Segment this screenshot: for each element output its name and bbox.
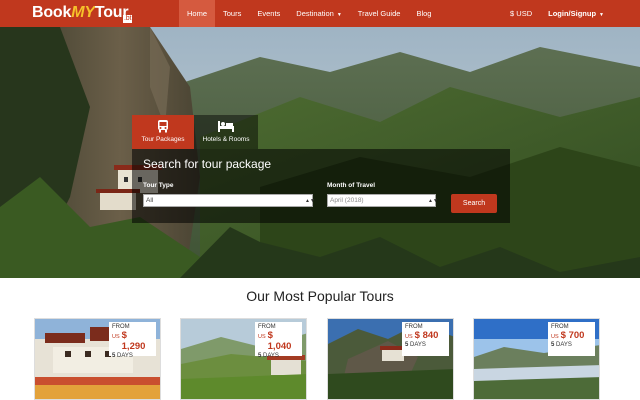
duration: 5 DAYS (258, 353, 299, 359)
nav-home[interactable]: Home (179, 0, 216, 27)
nav-blog[interactable]: Blog (408, 0, 439, 27)
days-word: DAYS (556, 342, 572, 348)
tab-hotels-rooms[interactable]: Hotels & Rooms (194, 115, 258, 149)
currency-label: US (551, 334, 559, 340)
price-line: US $ 840 (405, 330, 446, 341)
price-tag: FROM US $ 1,290 5 DAYS (109, 322, 156, 359)
select-arrow-icon: ▲▼ (428, 198, 438, 204)
price-tag: FROM US $ 840 5 DAYS (402, 322, 449, 356)
days-number: 5 (405, 342, 409, 348)
days-word: DAYS (263, 353, 279, 359)
logo-my: MY (71, 4, 95, 21)
tour-card[interactable]: FROM US $ 700 5 DAYS (473, 318, 600, 400)
tour-type-label: Tour Type (143, 182, 174, 189)
search-panel: Search for tour package Tour Type All ▲▼… (132, 149, 510, 223)
price-line: US $ 1,290 (112, 330, 153, 352)
search-button[interactable]: Search (451, 194, 497, 213)
price-amount: $ 1,040 (267, 330, 292, 352)
price-amount: $ 840 (414, 330, 439, 341)
logo-tld: .bt (123, 15, 133, 23)
tour-card[interactable]: FROM US $ 1,040 5 DAYS (180, 318, 307, 400)
price-tag: FROM US $ 700 5 DAYS (548, 322, 595, 356)
duration: 5 DAYS (551, 342, 592, 348)
popular-tours-title: Our Most Popular Tours (246, 288, 394, 304)
duration: 5 DAYS (405, 342, 446, 348)
caret-down-icon: ▼ (599, 12, 604, 18)
price-amount: $ 700 (560, 330, 585, 341)
month-label: Month of Travel (327, 182, 376, 189)
currency-label: US (258, 334, 266, 340)
price-tag: FROM US $ 1,040 5 DAYS (255, 322, 302, 359)
price-amount: $ 1,290 (121, 330, 146, 352)
tour-card[interactable]: FROM US $ 840 5 DAYS (327, 318, 454, 400)
month-value: April (2018) (330, 197, 364, 204)
nav-events[interactable]: Events (249, 0, 288, 27)
tour-card[interactable]: FROM US $ 1,290 5 DAYS (34, 318, 161, 400)
search-title: Search for tour package (143, 157, 272, 171)
nav-tours[interactable]: Tours (215, 0, 249, 27)
tour-type-value: All (146, 197, 154, 204)
brand-logo[interactable]: BookMYTour .bt (32, 4, 133, 23)
days-number: 5 (258, 353, 262, 359)
price-line: US $ 700 (551, 330, 592, 341)
days-word: DAYS (117, 353, 133, 359)
currency-label: US (112, 334, 120, 340)
currency-selector[interactable]: $ USD (502, 0, 540, 27)
currency-label: US (405, 334, 413, 340)
price-line: US $ 1,040 (258, 330, 299, 352)
month-select[interactable]: April (2018) ▲▼ (327, 194, 438, 207)
login-label: Login/Signup (548, 9, 597, 18)
login-signup[interactable]: Login/Signup ▼ (540, 0, 612, 27)
nav-destination[interactable]: Destination ▼ (288, 0, 349, 27)
hero-banner: Tour Packages Hotels & Rooms Search for … (0, 27, 640, 278)
top-navbar: BookMYTour .bt Home Tours Events Destina… (0, 0, 640, 27)
bed-icon (194, 119, 258, 133)
tab-tour-packages-label: Tour Packages (141, 136, 185, 143)
logo-book: Book (32, 4, 72, 21)
bus-icon (132, 119, 194, 133)
tour-type-select[interactable]: All ▲▼ (143, 194, 315, 207)
days-word: DAYS (410, 342, 426, 348)
nav-destination-label: Destination (296, 9, 334, 18)
search-tabs: Tour Packages Hotels & Rooms (132, 115, 258, 149)
tab-tour-packages[interactable]: Tour Packages (132, 115, 194, 149)
main-nav: Home Tours Events Destination ▼ Travel Gu… (179, 0, 439, 27)
select-arrow-icon: ▲▼ (305, 198, 315, 204)
nav-travel-guide[interactable]: Travel Guide (350, 0, 409, 27)
nav-right: $ USD Login/Signup ▼ (502, 0, 612, 27)
duration: 5 DAYS (112, 353, 153, 359)
caret-down-icon: ▼ (336, 12, 342, 18)
days-number: 5 (551, 342, 555, 348)
tab-hotels-rooms-label: Hotels & Rooms (202, 136, 250, 143)
days-number: 5 (112, 353, 116, 359)
